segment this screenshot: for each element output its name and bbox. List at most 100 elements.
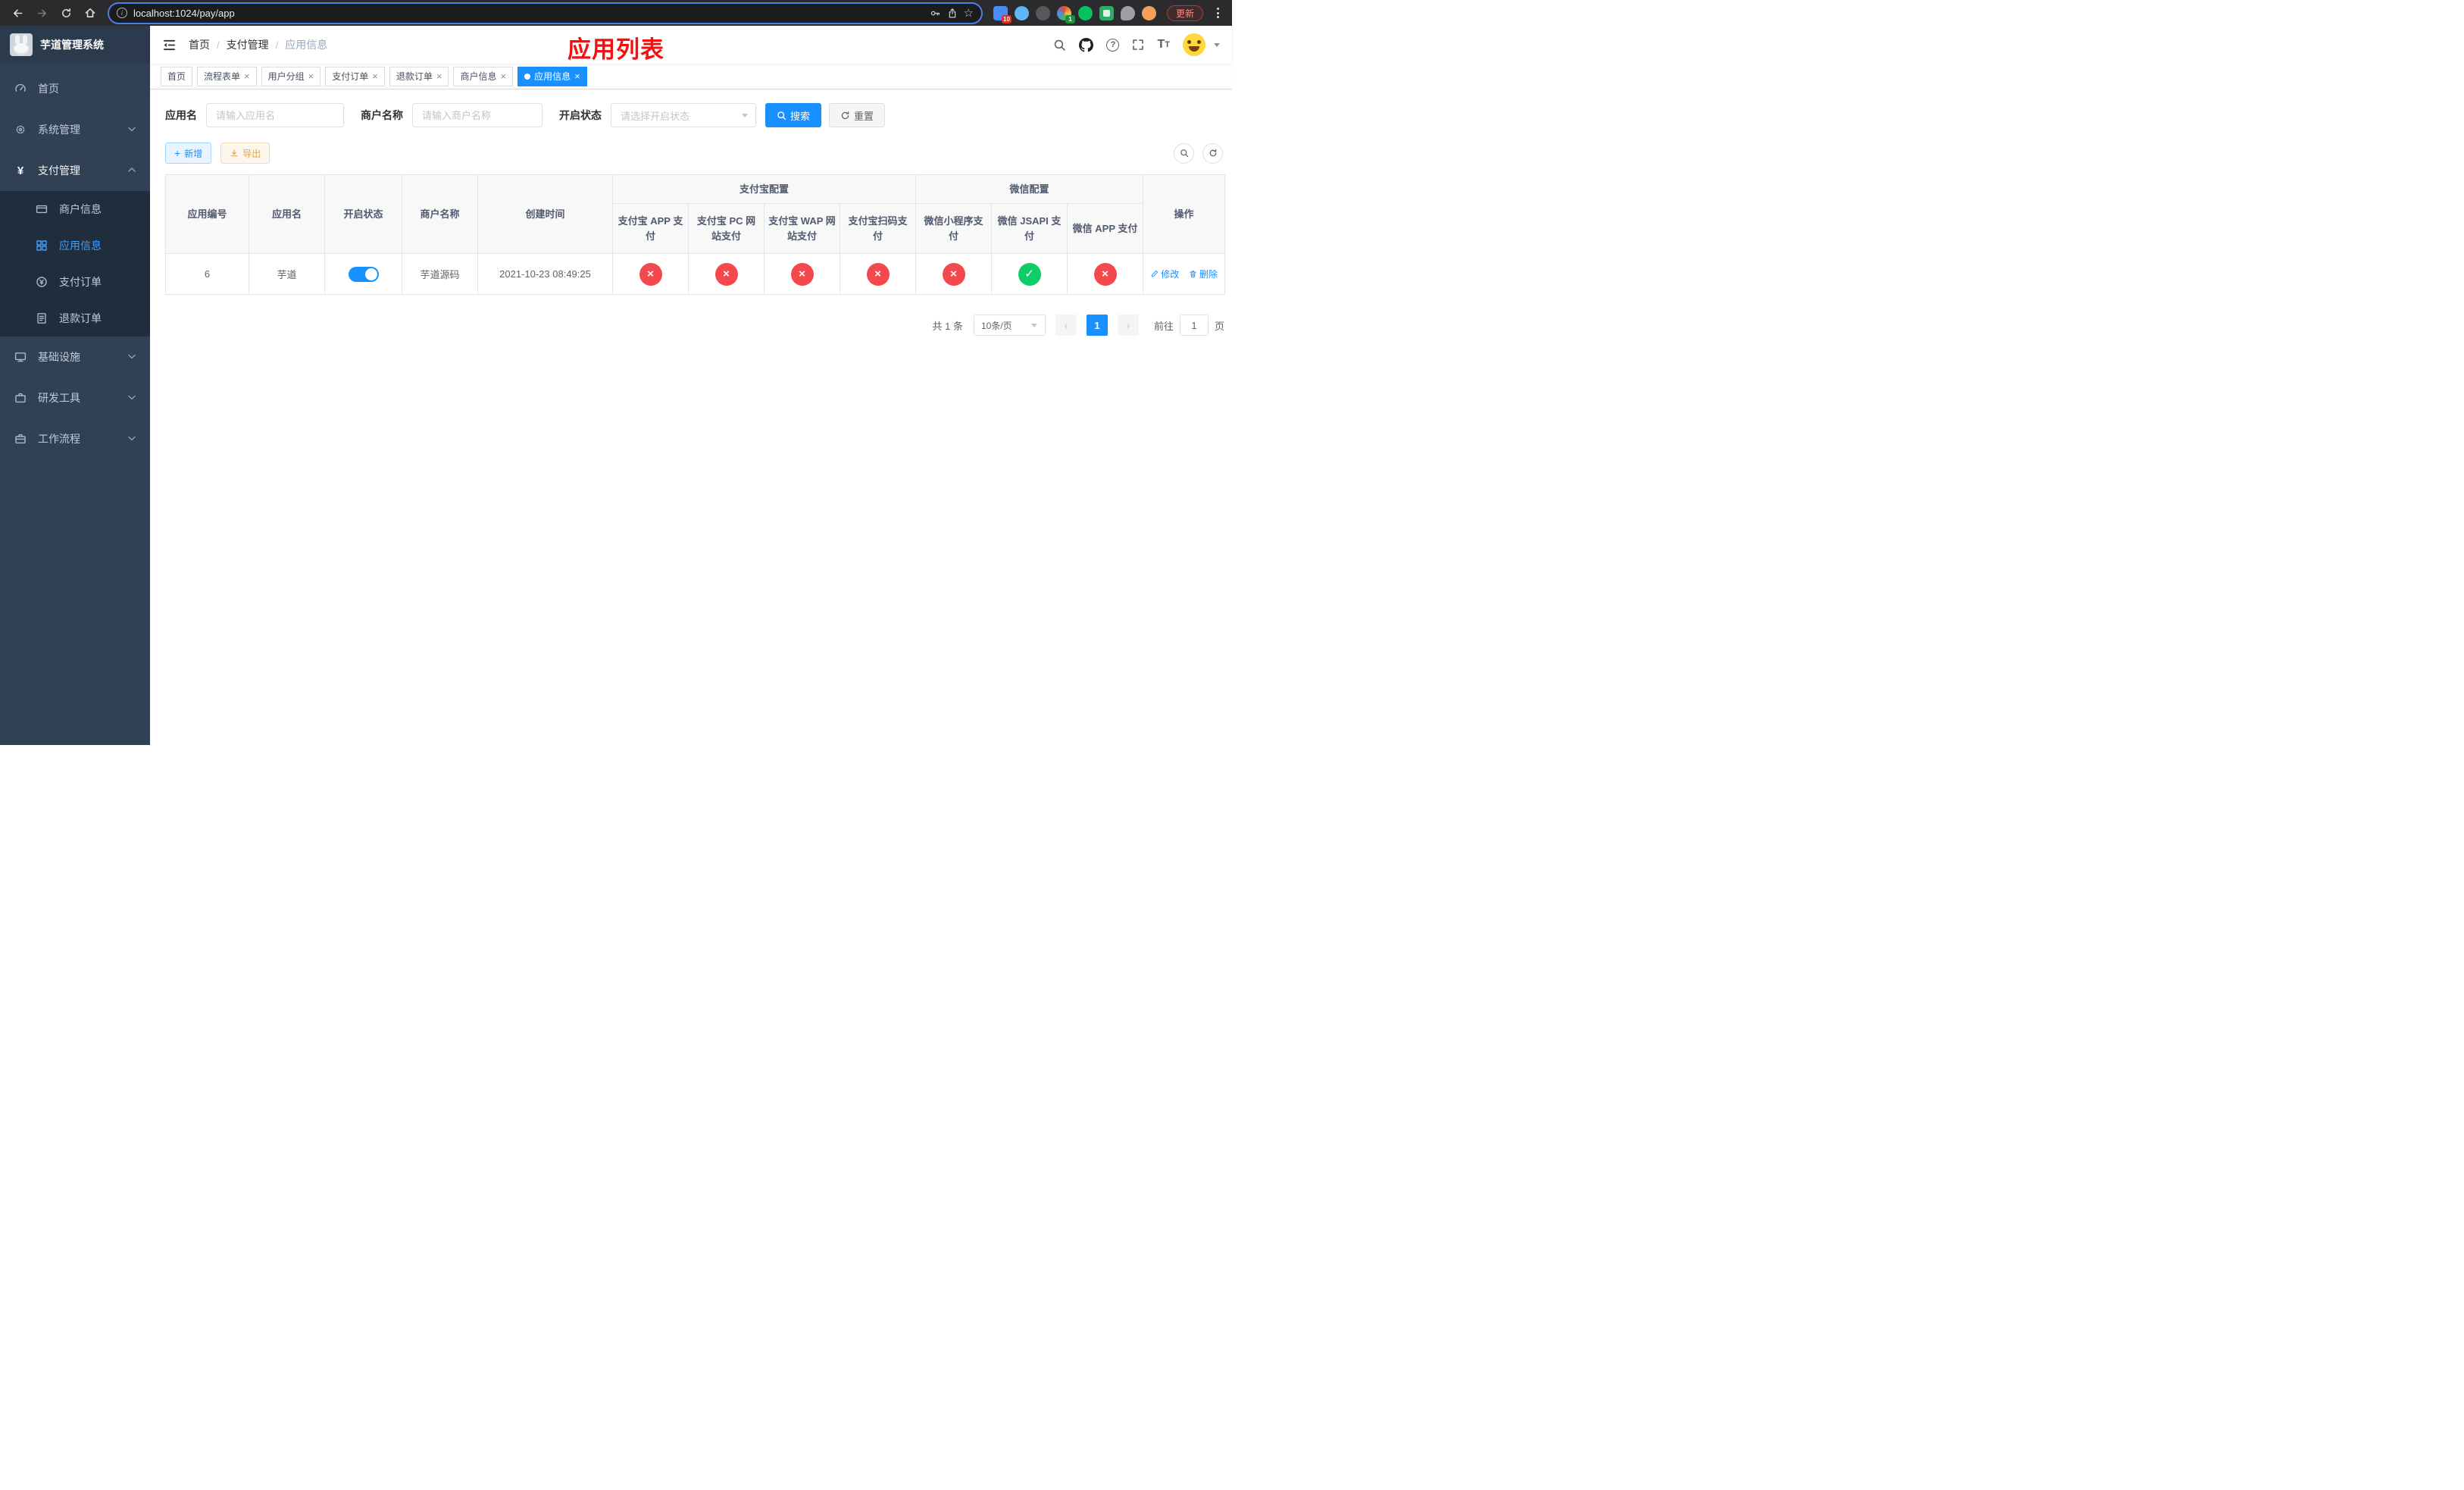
status-select[interactable]: 请选择开启状态 bbox=[611, 103, 756, 127]
url-text[interactable]: localhost:1024/pay/app bbox=[133, 8, 924, 19]
sidebar-item-app-info[interactable]: 应用信息 bbox=[0, 227, 150, 264]
avatar-caret-icon[interactable] bbox=[1214, 42, 1220, 47]
sidebar: 芋道管理系统 首页 系统管理 ¥ 支付管理 商户信息 应用信息 支付订单 退款订… bbox=[0, 26, 150, 745]
extension-avatar-icon[interactable] bbox=[1141, 5, 1156, 20]
group-wechat-config: 微信配置 bbox=[915, 174, 1144, 204]
tab-app-info[interactable]: 应用信息 × bbox=[518, 66, 587, 86]
sidebar-collapse-icon[interactable] bbox=[162, 39, 177, 52]
extension-icons: 10 1 bbox=[993, 5, 1156, 23]
tab-pay-order[interactable]: 支付订单 × bbox=[325, 66, 385, 86]
extension-drop-icon[interactable] bbox=[1014, 5, 1029, 20]
font-size-icon[interactable]: TT bbox=[1157, 38, 1170, 52]
navbar-actions: ? TT bbox=[1053, 33, 1220, 56]
col-alipay-wap: 支付宝 WAP 网站支付 bbox=[764, 203, 840, 254]
grid-icon bbox=[35, 239, 48, 252]
sidebar-item-infrastructure[interactable]: 基础设施 bbox=[0, 337, 150, 377]
extension-dark-circle-icon[interactable] bbox=[1035, 5, 1050, 20]
browser-update-button[interactable]: 更新 bbox=[1166, 5, 1203, 21]
monitor-icon bbox=[14, 351, 27, 363]
extension-badge: 1 bbox=[1065, 14, 1075, 23]
breadcrumb-home[interactable]: 首页 bbox=[189, 37, 210, 52]
extension-green-note-icon[interactable] bbox=[1099, 5, 1114, 20]
breadcrumb-payment[interactable]: 支付管理 bbox=[227, 37, 269, 52]
forward-icon[interactable] bbox=[32, 3, 52, 23]
tab-process-form[interactable]: 流程表单 × bbox=[197, 66, 257, 86]
close-icon[interactable]: × bbox=[372, 71, 378, 81]
app-name-input[interactable] bbox=[206, 103, 344, 127]
active-dot bbox=[524, 73, 531, 80]
delete-link[interactable]: 删除 bbox=[1189, 268, 1218, 280]
add-button[interactable]: + 新增 bbox=[165, 142, 212, 164]
cell-status bbox=[324, 253, 402, 295]
search-button[interactable]: 搜索 bbox=[765, 103, 822, 127]
search-icon[interactable] bbox=[1053, 39, 1066, 52]
close-icon[interactable]: × bbox=[308, 71, 314, 81]
status-toggle[interactable] bbox=[348, 266, 379, 282]
toggle-search-button[interactable] bbox=[1174, 142, 1194, 164]
site-info-icon[interactable]: i bbox=[117, 8, 127, 18]
sidebar-logo[interactable]: 芋道管理系统 bbox=[0, 26, 150, 64]
dashboard-icon bbox=[14, 83, 27, 95]
alipay-wap-status-icon: × bbox=[790, 262, 814, 286]
credit-card-icon bbox=[35, 203, 48, 215]
alipay-app-status-icon: × bbox=[639, 262, 662, 286]
prev-page-button[interactable]: ‹ bbox=[1055, 315, 1077, 336]
page-content: 应用名 商户名称 开启状态 请选择开启状态 搜索 重置 bbox=[150, 89, 1232, 745]
merchant-name-input[interactable] bbox=[412, 103, 543, 127]
goto-unit: 页 bbox=[1214, 320, 1224, 332]
col-wechat-mini: 微信小程序支付 bbox=[915, 203, 993, 254]
gear-icon bbox=[14, 124, 27, 136]
sidebar-item-workflow[interactable]: 工作流程 bbox=[0, 418, 150, 459]
tags-view: 首页 流程表单 × 用户分组 × 支付订单 × 退款订单 × 商户信息 × 应用信息 × bbox=[150, 64, 1232, 89]
merchant-name-label: 商户名称 bbox=[361, 109, 403, 121]
edit-link[interactable]: 修改 bbox=[1150, 268, 1179, 280]
tab-user-group[interactable]: 用户分组 × bbox=[261, 66, 321, 86]
reset-button[interactable]: 重置 bbox=[829, 103, 886, 127]
close-icon[interactable]: × bbox=[436, 71, 442, 81]
home-icon[interactable] bbox=[80, 3, 100, 23]
plus-icon: + bbox=[174, 147, 181, 159]
password-key-icon[interactable] bbox=[930, 8, 941, 19]
extension-pin-icon[interactable] bbox=[1120, 5, 1135, 20]
logo-image bbox=[10, 33, 33, 56]
sidebar-item-refund-order[interactable]: 退款订单 bbox=[0, 300, 150, 337]
address-bar[interactable]: i localhost:1024/pay/app ☆ bbox=[109, 3, 981, 23]
extension-color-wheel-icon[interactable]: 1 bbox=[1056, 5, 1075, 23]
chevron-down-icon bbox=[1030, 323, 1037, 327]
share-icon[interactable] bbox=[947, 8, 958, 19]
wechat-jsapi-status-icon: ✓ bbox=[1018, 262, 1041, 286]
close-icon[interactable]: × bbox=[244, 71, 250, 81]
close-icon[interactable]: × bbox=[574, 71, 580, 81]
bookmark-star-icon[interactable]: ☆ bbox=[964, 6, 974, 20]
github-icon[interactable] bbox=[1079, 37, 1094, 52]
reload-icon[interactable] bbox=[56, 3, 76, 23]
sidebar-item-pay-order[interactable]: 支付订单 bbox=[0, 264, 150, 300]
export-button[interactable]: 导出 bbox=[220, 142, 270, 164]
page-1-button[interactable]: 1 bbox=[1086, 315, 1108, 336]
coin-icon bbox=[35, 276, 48, 288]
sidebar-item-merchant-info[interactable]: 商户信息 bbox=[0, 191, 150, 227]
sidebar-item-payment[interactable]: ¥ 支付管理 bbox=[0, 150, 150, 191]
sidebar-item-system[interactable]: 系统管理 bbox=[0, 109, 150, 150]
sidebar-item-dev-tools[interactable]: 研发工具 bbox=[0, 377, 150, 418]
next-page-button[interactable]: › bbox=[1117, 315, 1139, 336]
browser-menu-icon[interactable] bbox=[1211, 5, 1224, 21]
refresh-table-button[interactable] bbox=[1202, 142, 1223, 164]
tab-merchant-info[interactable]: 商户信息 × bbox=[453, 66, 514, 86]
back-icon[interactable] bbox=[8, 3, 27, 23]
extension-blue-icon[interactable]: 10 bbox=[993, 5, 1012, 23]
close-icon[interactable]: × bbox=[500, 71, 506, 81]
tab-home[interactable]: 首页 bbox=[161, 66, 193, 86]
tab-refund-order[interactable]: 退款订单 × bbox=[389, 66, 449, 86]
extension-wechat-devtools-icon[interactable] bbox=[1077, 5, 1093, 20]
cell-app-id: 6 bbox=[165, 253, 249, 295]
fullscreen-icon[interactable] bbox=[1132, 39, 1144, 51]
col-merchant: 商户名称 bbox=[402, 174, 478, 254]
goto-page-input[interactable] bbox=[1179, 315, 1209, 336]
page-size-select[interactable]: 10条/页 bbox=[973, 315, 1046, 336]
help-icon[interactable]: ? bbox=[1106, 38, 1120, 52]
document-icon bbox=[35, 312, 48, 324]
user-avatar[interactable] bbox=[1183, 33, 1205, 56]
alipay-pc-status-icon: × bbox=[714, 262, 738, 286]
sidebar-item-home[interactable]: 首页 bbox=[0, 68, 150, 109]
